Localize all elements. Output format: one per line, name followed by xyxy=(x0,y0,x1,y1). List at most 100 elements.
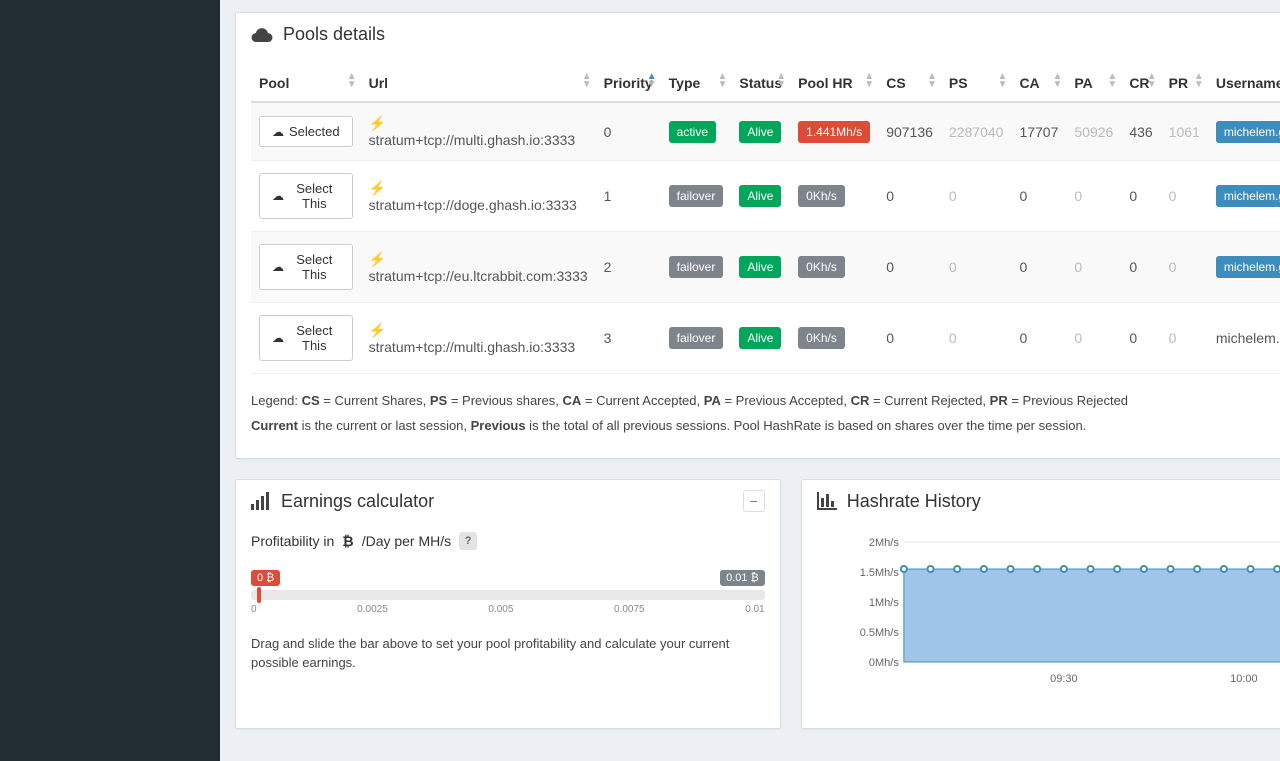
pool-cs: 907136 xyxy=(878,102,941,161)
pools-title-text: Pools details xyxy=(283,24,385,45)
column-label: PS xyxy=(949,75,968,91)
select-button-label: Select This xyxy=(289,252,340,282)
column-ca[interactable]: CA▲▼ xyxy=(1011,65,1066,102)
pool-url: ⚡ stratum+tcp://doge.ghash.io:3333 xyxy=(361,161,596,232)
profitability-label: Profitability in ₿/Day per MH/s ? xyxy=(251,532,765,550)
earnings-title-text: Earnings calculator xyxy=(281,491,434,512)
pool-url: ⚡ stratum+tcp://multi.ghash.io:3333 xyxy=(361,102,596,161)
column-status[interactable]: Status▲▼ xyxy=(731,65,790,102)
pool-ca: 0 xyxy=(1011,303,1066,374)
pool-status-badge: Alive xyxy=(739,256,781,278)
select-button-label: Select This xyxy=(289,323,340,353)
sort-icon: ▲▼ xyxy=(347,73,357,89)
data-point xyxy=(1274,566,1280,572)
y-tick-label: 1.5Mh/s xyxy=(859,567,899,579)
pool-hashrate-badge: 0Kh/s xyxy=(798,256,845,278)
cloud-download-icon: ☁ xyxy=(272,260,284,274)
column-pr[interactable]: PR▲▼ xyxy=(1161,65,1208,102)
column-ps[interactable]: PS▲▼ xyxy=(941,65,1012,102)
pool-ps: 0 xyxy=(941,232,1012,303)
column-label: Url xyxy=(369,75,388,91)
y-tick-label: 0.5Mh/s xyxy=(859,627,899,639)
slider-tick: 0.005 xyxy=(488,604,513,615)
bolt-icon: ⚡ xyxy=(369,115,386,131)
column-pa[interactable]: PA▲▼ xyxy=(1066,65,1121,102)
pool-cr: 436 xyxy=(1121,102,1160,161)
cloud-download-icon: ☁ xyxy=(272,125,284,139)
data-point xyxy=(927,566,933,572)
column-cr[interactable]: CR▲▼ xyxy=(1121,65,1160,102)
bolt-icon: ⚡ xyxy=(369,251,386,267)
y-tick-label: 0Mh/s xyxy=(869,657,899,669)
slider-handle[interactable] xyxy=(257,587,261,603)
legend-line-1: Legend: CS = Current Shares, PS = Previo… xyxy=(251,389,1280,414)
sort-icon: ▲▼ xyxy=(647,73,657,89)
sidebar xyxy=(0,0,220,761)
column-label: Pool HR xyxy=(798,75,852,91)
data-point xyxy=(1247,566,1253,572)
column-type[interactable]: Type▲▼ xyxy=(661,65,732,102)
sort-icon: ▲▼ xyxy=(717,73,727,89)
pool-priority: 0 xyxy=(596,102,661,161)
column-label: Username xyxy=(1216,75,1280,91)
select-button-label: Selected xyxy=(289,124,340,139)
pool-cr: 0 xyxy=(1121,161,1160,232)
sort-icon: ▲▼ xyxy=(776,73,786,89)
column-label: CA xyxy=(1019,75,1039,91)
slider-tick: 0.0075 xyxy=(614,604,645,615)
x-tick-label: 10:00 xyxy=(1230,673,1258,685)
pool-hashrate-badge: 0Kh/s xyxy=(798,185,845,207)
column-label: Pool xyxy=(259,75,289,91)
slider-tick: 0 xyxy=(251,604,257,615)
column-cs[interactable]: CS▲▼ xyxy=(878,65,941,102)
data-point xyxy=(1167,566,1173,572)
select-pool-button[interactable]: ☁Select This xyxy=(259,173,353,219)
y-tick-label: 2Mh/s xyxy=(869,537,899,549)
pool-status-badge: Alive xyxy=(739,185,781,207)
profitability-slider[interactable] xyxy=(251,590,765,600)
slider-tick: 0.01 xyxy=(745,604,764,615)
slider-value-left: 0 ₿ xyxy=(251,570,280,586)
pool-pa: 0 xyxy=(1066,161,1121,232)
legend-line-2: Current is the current or last session, … xyxy=(251,414,1280,439)
column-label: CS xyxy=(886,75,905,91)
cloud-download-icon: ☁ xyxy=(272,189,284,203)
pool-cs: 0 xyxy=(878,161,941,232)
pool-pa: 50926 xyxy=(1066,102,1121,161)
pools-table: Pool▲▼Url▲▼Priority▲▼Type▲▼Status▲▼Pool … xyxy=(251,65,1280,374)
column-url[interactable]: Url▲▼ xyxy=(361,65,596,102)
help-icon[interactable]: ? xyxy=(459,532,477,550)
column-label: PA xyxy=(1074,75,1092,91)
signal-icon xyxy=(251,492,271,510)
column-pool[interactable]: Pool ▲▼ xyxy=(251,65,361,102)
pool-pr: 0 xyxy=(1161,161,1208,232)
collapse-button[interactable]: − xyxy=(743,490,765,512)
pool-pa: 0 xyxy=(1066,232,1121,303)
data-point xyxy=(1034,566,1040,572)
pool-ca: 17707 xyxy=(1011,102,1066,161)
data-point xyxy=(1007,566,1013,572)
data-point xyxy=(901,566,907,572)
column-pool-hr[interactable]: Pool HR▲▼ xyxy=(790,65,878,102)
table-row: ☁Select This⚡ stratum+tcp://eu.ltcrabbit… xyxy=(251,232,1280,303)
slider-value-right: 0.01 ₿ xyxy=(720,570,765,586)
select-pool-button[interactable]: ☁Select This xyxy=(259,315,353,361)
hashrate-title: Hashrate History xyxy=(817,491,981,512)
pools-details-panel: Pools details − Pool▲▼Url▲▼Priority▲▼Typ… xyxy=(235,12,1280,459)
column-username[interactable]: Username▲▼ xyxy=(1208,65,1280,102)
select-pool-button[interactable]: ☁ Selected xyxy=(259,116,353,147)
data-point xyxy=(1114,566,1120,572)
pool-pr: 0 xyxy=(1161,303,1208,374)
column-priority[interactable]: Priority▲▼ xyxy=(596,65,661,102)
pool-hashrate-badge: 1.441Mh/s xyxy=(798,121,870,143)
hashrate-chart: 0Mh/s0.5Mh/s1Mh/s1.5Mh/s2Mh/s09:3010:00 xyxy=(817,532,1280,692)
column-label: Priority xyxy=(604,75,653,91)
select-pool-button[interactable]: ☁ Select This xyxy=(259,244,353,290)
data-point xyxy=(1061,566,1067,572)
bar-chart-icon xyxy=(817,492,837,510)
username-text: michelem.minera xyxy=(1216,330,1280,346)
earnings-title: Earnings calculator xyxy=(251,491,434,512)
earnings-panel: Earnings calculator − Profitability in ₿… xyxy=(235,479,781,729)
sort-icon: ▲▼ xyxy=(1147,73,1157,89)
data-point xyxy=(1221,566,1227,572)
